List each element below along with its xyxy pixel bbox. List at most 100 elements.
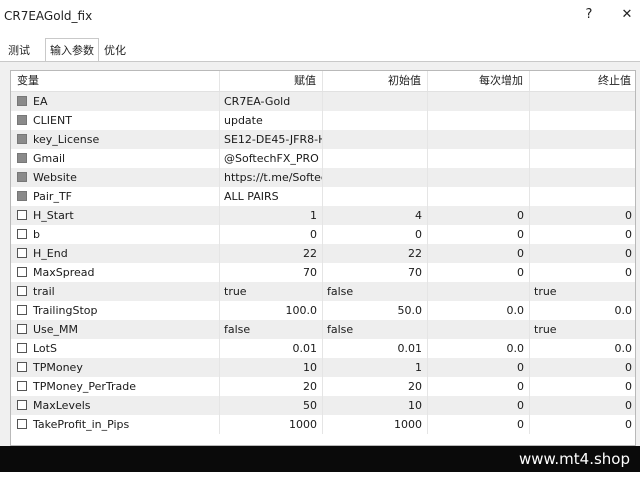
cell-step[interactable]: 0 (428, 377, 530, 396)
cell-step[interactable] (428, 149, 530, 168)
cell-value[interactable]: https://t.me/SoftechFX_Robot (220, 168, 323, 187)
tab-optimization[interactable]: 优化 (100, 40, 130, 61)
cell-value[interactable]: 100.0 (220, 301, 323, 320)
cell-stop[interactable] (530, 149, 635, 168)
cell-start[interactable]: 4 (323, 206, 428, 225)
table-row[interactable]: Gmail @SoftechFX_PRO (11, 149, 635, 168)
table-row[interactable]: Pair_TF ALL PAIRS (11, 187, 635, 206)
header-value[interactable]: 赋值 (220, 71, 323, 91)
optimize-checkbox[interactable] (17, 96, 27, 106)
cell-stop[interactable]: 0.0 (530, 339, 635, 358)
cell-value[interactable]: 70 (220, 263, 323, 282)
optimize-checkbox[interactable] (17, 229, 27, 239)
cell-stop[interactable]: 0 (530, 225, 635, 244)
cell-value[interactable]: SE12-DE45-JFR8-HJ21 (220, 130, 323, 149)
table-row[interactable]: trail true false true (11, 282, 635, 301)
cell-value[interactable]: true (220, 282, 323, 301)
table-row[interactable]: TPMoney 10 1 0 0 (11, 358, 635, 377)
cell-step[interactable] (428, 111, 530, 130)
table-row[interactable]: key_License SE12-DE45-JFR8-HJ21 (11, 130, 635, 149)
table-row[interactable]: TakeProfit_in_Pips 1000 1000 0 0 (11, 415, 635, 434)
table-row[interactable]: LotS 0.01 0.01 0.0 0.0 (11, 339, 635, 358)
table-row[interactable]: TPMoney_PerTrade 20 20 0 0 (11, 377, 635, 396)
cell-stop[interactable]: 0 (530, 263, 635, 282)
cell-value[interactable]: 50 (220, 396, 323, 415)
cell-start[interactable]: false (323, 282, 428, 301)
cell-start[interactable] (323, 130, 428, 149)
table-row[interactable]: Website https://t.me/SoftechFX_Robot (11, 168, 635, 187)
cell-value[interactable]: 0 (220, 225, 323, 244)
cell-step[interactable]: 0.0 (428, 339, 530, 358)
close-button[interactable]: ✕ (620, 7, 634, 27)
cell-value[interactable]: 0.01 (220, 339, 323, 358)
table-row[interactable]: H_Start 1 4 0 0 (11, 206, 635, 225)
table-row[interactable]: Use_MM false false true (11, 320, 635, 339)
cell-start[interactable]: 1000 (323, 415, 428, 434)
cell-start[interactable]: 1 (323, 358, 428, 377)
cell-value[interactable]: false (220, 320, 323, 339)
header-stop[interactable]: 终止值 (530, 71, 635, 91)
cell-step[interactable] (428, 130, 530, 149)
header-start[interactable]: 初始值 (323, 71, 428, 91)
optimize-checkbox[interactable] (17, 248, 27, 258)
cell-step[interactable]: 0.0 (428, 301, 530, 320)
header-variable[interactable]: 变量 (11, 71, 220, 91)
optimize-checkbox[interactable] (17, 191, 27, 201)
optimize-checkbox[interactable] (17, 153, 27, 163)
tab-testing[interactable]: 测试 (4, 40, 34, 61)
optimize-checkbox[interactable] (17, 343, 27, 353)
cell-start[interactable]: false (323, 320, 428, 339)
table-row[interactable]: MaxLevels 50 10 0 0 (11, 396, 635, 415)
cell-step[interactable]: 0 (428, 225, 530, 244)
optimize-checkbox[interactable] (17, 381, 27, 391)
optimize-checkbox[interactable] (17, 362, 27, 372)
optimize-checkbox[interactable] (17, 419, 27, 429)
table-row[interactable]: CLIENT update (11, 111, 635, 130)
cell-step[interactable] (428, 168, 530, 187)
optimize-checkbox[interactable] (17, 267, 27, 277)
table-row[interactable]: EA CR7EA-Gold (11, 92, 635, 111)
optimize-checkbox[interactable] (17, 134, 27, 144)
table-row[interactable]: TrailingStop 100.0 50.0 0.0 0.0 (11, 301, 635, 320)
cell-stop[interactable]: 0 (530, 358, 635, 377)
cell-stop[interactable]: true (530, 282, 635, 301)
cell-value[interactable]: 10 (220, 358, 323, 377)
optimize-checkbox[interactable] (17, 400, 27, 410)
cell-stop[interactable]: 0 (530, 396, 635, 415)
table-row[interactable]: b0000 (11, 225, 635, 244)
cell-stop[interactable]: 0 (530, 415, 635, 434)
cell-step[interactable] (428, 282, 530, 301)
header-step[interactable]: 每次增加 (428, 71, 530, 91)
cell-stop[interactable]: 0.0 (530, 301, 635, 320)
help-button[interactable]: ? (582, 7, 596, 27)
cell-stop[interactable] (530, 92, 635, 111)
table-row[interactable]: MaxSpread 70 70 0 0 (11, 263, 635, 282)
cell-stop[interactable] (530, 111, 635, 130)
cell-value[interactable]: 20 (220, 377, 323, 396)
cell-stop[interactable]: 0 (530, 377, 635, 396)
cell-stop[interactable]: 0 (530, 206, 635, 225)
optimize-checkbox[interactable] (17, 210, 27, 220)
cell-value[interactable]: 1 (220, 206, 323, 225)
cell-value[interactable]: 1000 (220, 415, 323, 434)
cell-value[interactable]: update (220, 111, 323, 130)
cell-start[interactable]: 0 (323, 225, 428, 244)
cell-start[interactable]: 70 (323, 263, 428, 282)
cell-step[interactable] (428, 187, 530, 206)
tab-inputs[interactable]: 输入参数 (45, 38, 99, 63)
optimize-checkbox[interactable] (17, 305, 27, 315)
cell-stop[interactable]: 0 (530, 244, 635, 263)
cell-start[interactable]: 0.01 (323, 339, 428, 358)
cell-step[interactable] (428, 320, 530, 339)
optimize-checkbox[interactable] (17, 286, 27, 296)
cell-stop[interactable] (530, 130, 635, 149)
cell-start[interactable] (323, 92, 428, 111)
cell-value[interactable]: 22 (220, 244, 323, 263)
cell-start[interactable] (323, 187, 428, 206)
table-row[interactable]: H_End 22 22 0 0 (11, 244, 635, 263)
cell-start[interactable]: 50.0 (323, 301, 428, 320)
cell-step[interactable]: 0 (428, 206, 530, 225)
optimize-checkbox[interactable] (17, 115, 27, 125)
cell-step[interactable]: 0 (428, 396, 530, 415)
optimize-checkbox[interactable] (17, 324, 27, 334)
